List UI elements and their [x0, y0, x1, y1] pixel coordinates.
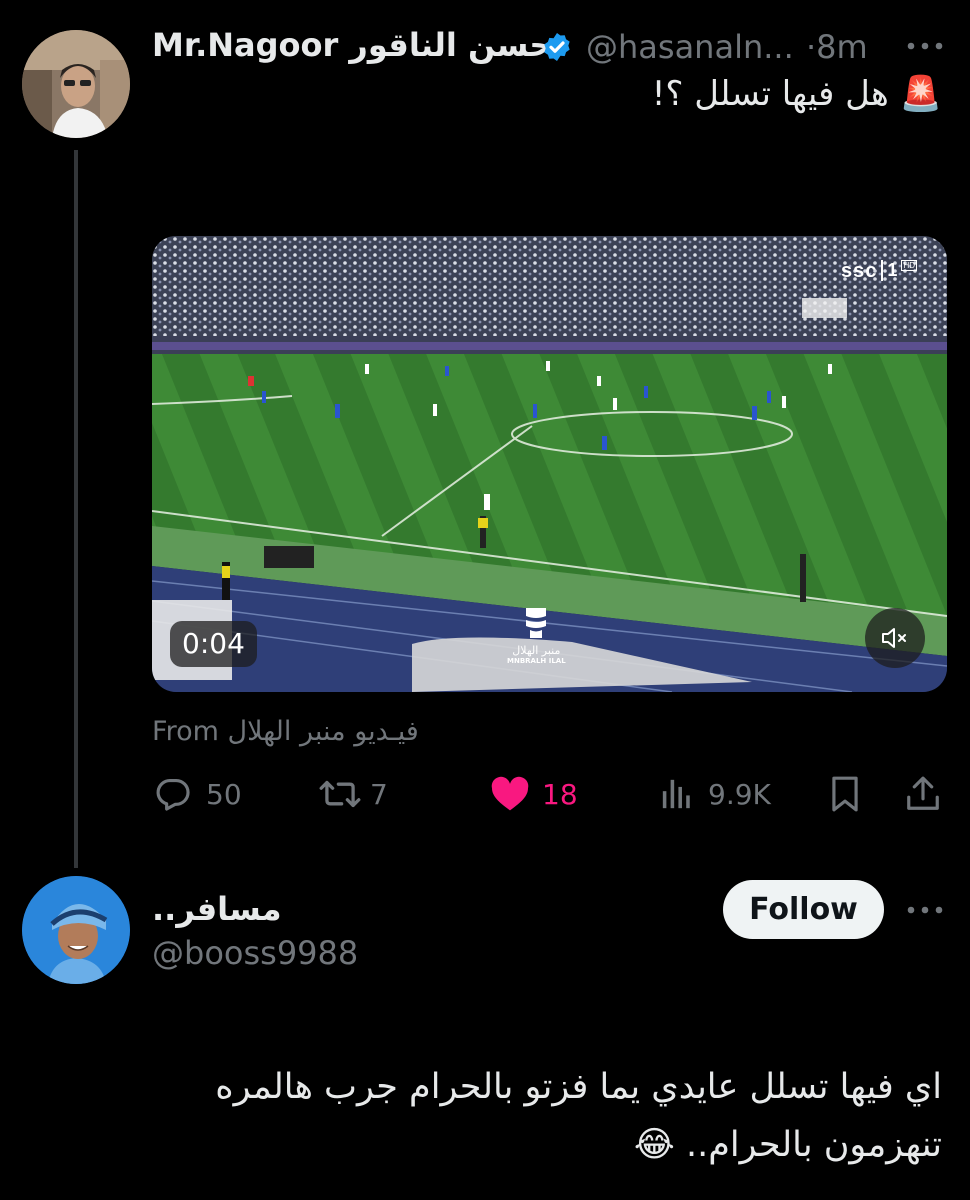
watermark-sub: MNBRALH ILAL [507, 657, 566, 665]
channel-number: 1 [881, 260, 897, 281]
reply-more-icon[interactable] [906, 900, 944, 924]
tweet-time[interactable]: ·8m [806, 28, 868, 66]
repost-icon [319, 780, 361, 808]
bookmark-button[interactable] [828, 770, 862, 818]
like-count: 18 [542, 777, 578, 811]
verified-badge-icon [541, 31, 573, 67]
author-handle[interactable]: @hasanaln... [586, 28, 794, 66]
reply-text-line2-row: تنهزمون بالحرام.. 😂 [122, 1116, 942, 1174]
more-icon[interactable] [906, 36, 944, 60]
reply-text: اي فيها تسلل عايدي يما فزتو بالحرام جرب … [122, 1058, 942, 1174]
reply-count: 50 [206, 777, 242, 811]
watermark-name: منبر الهلال [512, 644, 561, 657]
video-watermark: منبر الهلال MNBRALH ILAL [507, 606, 566, 666]
like-icon [491, 776, 529, 811]
thread-line [74, 150, 78, 868]
reply-button[interactable]: 50 [152, 770, 242, 818]
author-name[interactable]: Mr.Nagoor حسن الناقور [152, 26, 552, 64]
video-source[interactable]: From فيـديو منبر الهلال [152, 716, 419, 747]
reply-avatar[interactable] [22, 876, 130, 984]
views-button[interactable]: 9.9K [660, 770, 771, 818]
repost-count: 7 [370, 777, 388, 811]
channel-hd: HD [901, 260, 917, 271]
watermark-logo-icon [526, 608, 547, 638]
share-icon [907, 776, 939, 810]
channel-logo: ssc 1 HD [841, 260, 917, 283]
siren-emoji: 🚨 [899, 74, 942, 114]
laughing-emoji: 😂 [633, 1125, 675, 1165]
bookmark-icon [832, 776, 858, 812]
author-avatar[interactable] [22, 30, 130, 138]
reply-text-line2: تنهزمون بالحرام.. [685, 1125, 942, 1165]
views-icon [662, 779, 690, 809]
share-button[interactable] [905, 770, 941, 818]
follow-button[interactable]: Follow [723, 880, 884, 939]
mute-icon [882, 628, 906, 648]
reply-icon [156, 778, 190, 811]
views-count: 9.9K [708, 777, 771, 811]
video-player[interactable]: ssc 1 HD منبر الهلال MNBRALH ILAL 0:04 [152, 236, 947, 692]
reply-text-line1: اي فيها تسلل عايدي يما فزتو بالحرام جرب … [215, 1067, 942, 1107]
channel-name: ssc [841, 260, 878, 282]
tweet-text-body: هل فيها تسلل ؟! [651, 74, 889, 114]
repost-button[interactable]: 7 [318, 770, 388, 818]
mute-button[interactable] [865, 608, 925, 668]
tweet-text: 🚨 هل فيها تسلل ؟! [652, 74, 942, 114]
reply-author-name[interactable]: مسافر.. [152, 890, 282, 928]
video-duration: 0:04 [170, 621, 257, 667]
reply-author-handle[interactable]: @booss9988 [152, 934, 358, 972]
like-button[interactable]: 18 [490, 770, 578, 818]
